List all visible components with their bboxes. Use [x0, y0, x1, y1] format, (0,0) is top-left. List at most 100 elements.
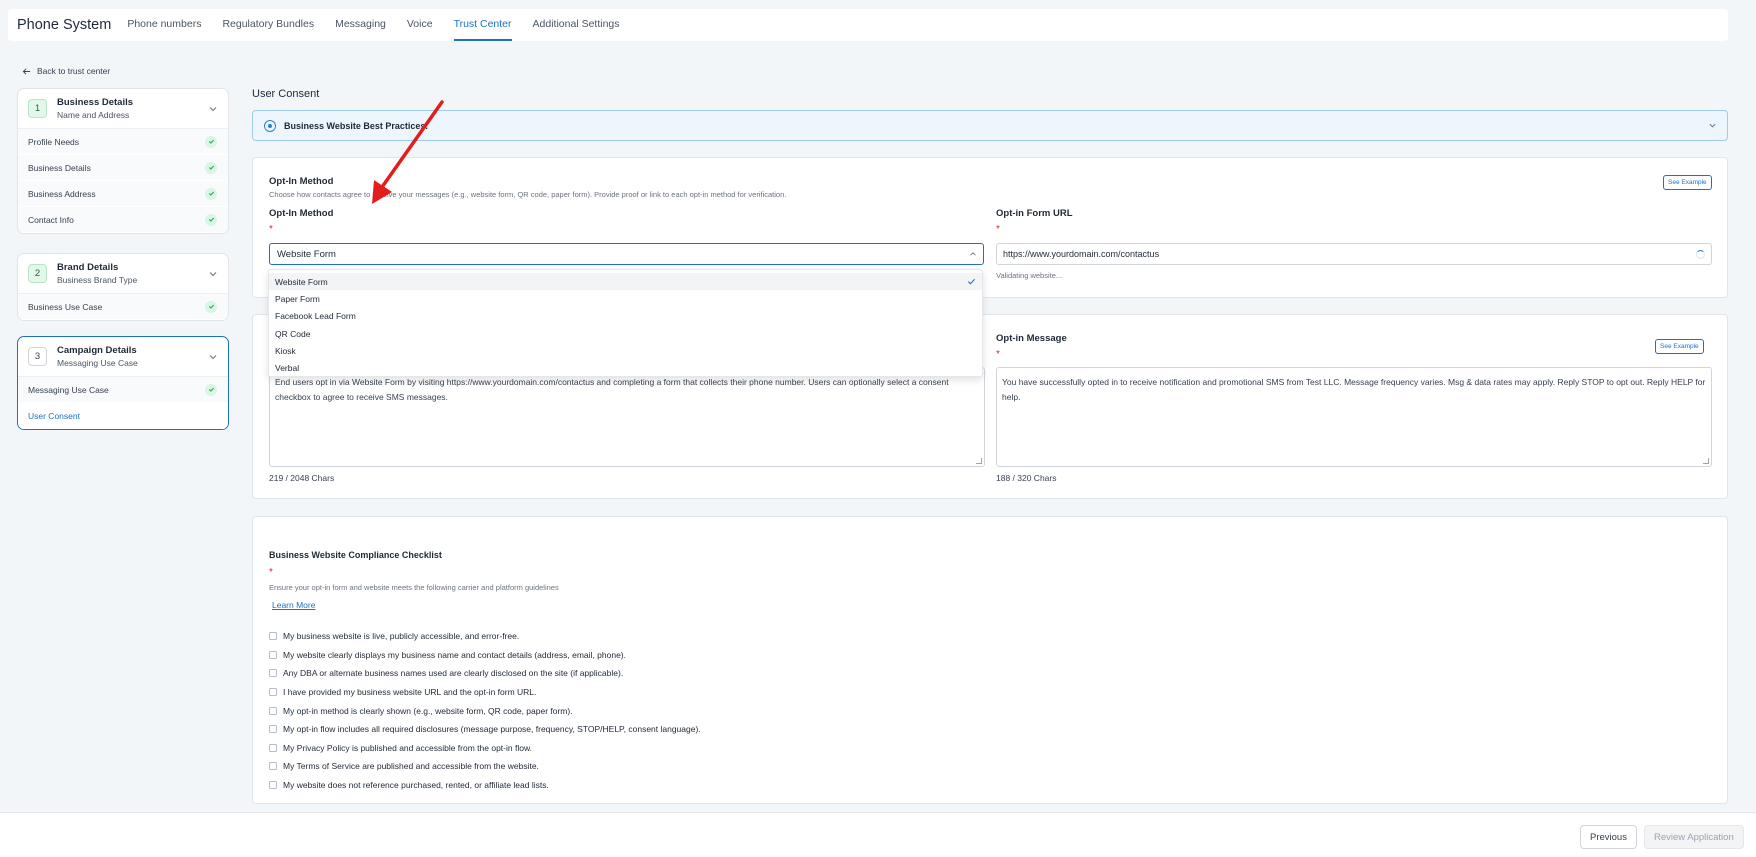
check-icon	[205, 135, 217, 148]
option-label: Website Form	[275, 276, 328, 287]
option-qr-code[interactable]: QR Code	[269, 325, 982, 342]
step-header[interactable]: 2 Brand Details Business Brand Type	[18, 254, 228, 294]
option-facebook-lead-form[interactable]: Facebook Lead Form	[269, 308, 982, 325]
checkbox[interactable]	[269, 743, 277, 752]
checkbox[interactable]	[269, 706, 277, 715]
chevron-down-icon[interactable]	[208, 269, 218, 279]
see-example-button[interactable]: See Example	[1655, 339, 1704, 354]
step-header[interactable]: 1 Business Details Name and Address	[18, 89, 228, 129]
required-mark: *	[269, 567, 273, 578]
sidebar-item-messaging-use-case[interactable]: Messaging Use Case	[18, 377, 228, 403]
option-label: Paper Form	[275, 293, 320, 304]
optin-message-textarea[interactable]: You have successfully opted in to receiv…	[996, 367, 1712, 467]
see-example-button[interactable]: See Example	[1663, 175, 1712, 190]
check-icon	[205, 187, 217, 200]
checklist-item-label: My opt-in flow includes all required dis…	[283, 724, 701, 735]
checklist-item[interactable]: Any DBA or alternate business names used…	[269, 664, 701, 683]
sidebar-item-profile-needs[interactable]: Profile Needs	[18, 129, 228, 155]
checkbox[interactable]	[269, 632, 277, 641]
step-item-label: Business Use Case	[28, 301, 103, 312]
optin-method-select[interactable]: Website Form	[269, 243, 984, 265]
checkbox[interactable]	[269, 725, 277, 734]
sidebar-item-business-details[interactable]: Business Details	[18, 155, 228, 181]
resize-handle-icon[interactable]	[1703, 458, 1709, 464]
flow-description-value: End users opt in via Website Form by vis…	[275, 377, 949, 402]
url-status: Validating website...	[996, 271, 1063, 280]
select-value: Website Form	[277, 248, 336, 260]
char-count: 219 / 2048 Chars	[269, 473, 335, 483]
info-icon	[264, 119, 276, 132]
optin-method-label: Opt-In Method	[269, 208, 334, 219]
checklist-item[interactable]: My website does not reference purchased,…	[269, 776, 701, 795]
check-icon	[205, 161, 217, 174]
sidebar-item-user-consent[interactable]: User Consent	[18, 403, 228, 429]
checklist-item[interactable]: I have provided my business website URL …	[269, 683, 701, 702]
step-card-brand-details: 2 Brand Details Business Brand Type Busi…	[17, 253, 229, 321]
optin-message-label: Opt-in Message	[996, 333, 1067, 344]
review-application-button[interactable]: Review Application	[1644, 825, 1744, 849]
step-item-label: Business Details	[28, 162, 91, 173]
checklist-item-label: Any DBA or alternate business names used…	[283, 668, 624, 679]
top-nav: Phone System Phone numbers Regulatory Bu…	[8, 9, 1728, 41]
checklist-item[interactable]: My opt-in method is clearly shown (e.g.,…	[269, 701, 701, 720]
optin-url-input[interactable]: https://www.yourdomain.com/contactus	[996, 243, 1712, 265]
checkbox[interactable]	[269, 688, 277, 697]
checklist-items: My business website is live, publicly ac…	[269, 627, 701, 794]
checklist-description: Ensure your opt-in form and website meet…	[269, 583, 559, 592]
required-mark: *	[996, 224, 1000, 235]
tab-additional-settings[interactable]: Additional Settings	[533, 18, 620, 41]
checklist-item-label: My Terms of Service are published and ac…	[283, 761, 539, 772]
step-subtitle: Business Brand Type	[57, 275, 138, 285]
loading-spinner-icon	[1696, 250, 1705, 259]
checklist-item[interactable]: My opt-in flow includes all required dis…	[269, 720, 701, 739]
chevron-up-icon	[970, 252, 976, 256]
banner-text: Business Website Best Practices.	[284, 120, 428, 131]
option-paper-form[interactable]: Paper Form	[269, 290, 982, 307]
checklist-item-label: My opt-in method is clearly shown (e.g.,…	[283, 705, 573, 716]
best-practices-banner[interactable]: Business Website Best Practices.	[252, 110, 1728, 141]
checkbox[interactable]	[269, 650, 277, 659]
checklist-item[interactable]: My business website is live, publicly ac…	[269, 627, 701, 646]
tab-messaging[interactable]: Messaging	[335, 18, 386, 41]
step-header[interactable]: 3 Campaign Details Messaging Use Case	[18, 337, 228, 377]
optin-url-label: Opt-in Form URL	[996, 208, 1073, 219]
section-title: User Consent	[252, 88, 320, 100]
checklist-item-label: I have provided my business website URL …	[283, 687, 537, 698]
sidebar-item-business-address[interactable]: Business Address	[18, 181, 228, 207]
step-item-label: User Consent	[28, 410, 80, 421]
chevron-down-icon[interactable]	[208, 352, 218, 362]
tab-regulatory-bundles[interactable]: Regulatory Bundles	[222, 18, 314, 41]
checkbox[interactable]	[269, 762, 277, 771]
option-kiosk[interactable]: Kiosk	[269, 342, 982, 359]
checklist-item[interactable]: My Privacy Policy is published and acces…	[269, 739, 701, 758]
checkbox[interactable]	[269, 781, 277, 790]
sidebar-item-business-use-case[interactable]: Business Use Case	[18, 294, 228, 320]
back-to-trust-center-link[interactable]: Back to trust center	[22, 66, 110, 76]
check-icon	[205, 383, 217, 396]
option-label: Facebook Lead Form	[275, 311, 356, 322]
chevron-down-icon[interactable]	[1708, 121, 1717, 130]
arrow-left-icon	[22, 67, 31, 75]
tab-phone-numbers[interactable]: Phone numbers	[127, 18, 201, 41]
checklist-item-label: My website clearly displays my business …	[283, 649, 626, 660]
message-value: You have successfully opted in to receiv…	[1002, 377, 1706, 402]
resize-handle-icon[interactable]	[976, 458, 982, 464]
tab-voice[interactable]: Voice	[407, 18, 433, 41]
tab-trust-center[interactable]: Trust Center	[453, 18, 512, 41]
optin-description: Choose how contacts agree to receive you…	[269, 190, 787, 199]
step-title: Business Details	[57, 97, 134, 108]
checklist-item[interactable]: My Terms of Service are published and ac…	[269, 757, 701, 776]
sidebar-item-contact-info[interactable]: Contact Info	[18, 207, 228, 233]
step-number: 1	[28, 99, 47, 118]
option-website-form[interactable]: Website Form	[269, 273, 982, 291]
option-label: Kiosk	[275, 345, 296, 356]
checklist-item[interactable]: My website clearly displays my business …	[269, 646, 701, 665]
option-verbal[interactable]: Verbal	[269, 359, 982, 376]
learn-more-link[interactable]: Learn More	[272, 600, 315, 610]
step-title: Campaign Details	[57, 345, 137, 356]
chevron-down-icon[interactable]	[208, 104, 218, 114]
optin-flow-textarea[interactable]: End users opt in via Website Form by vis…	[269, 367, 985, 467]
step-subtitle: Name and Address	[57, 110, 130, 120]
previous-button[interactable]: Previous	[1580, 825, 1637, 849]
checkbox[interactable]	[269, 669, 277, 678]
